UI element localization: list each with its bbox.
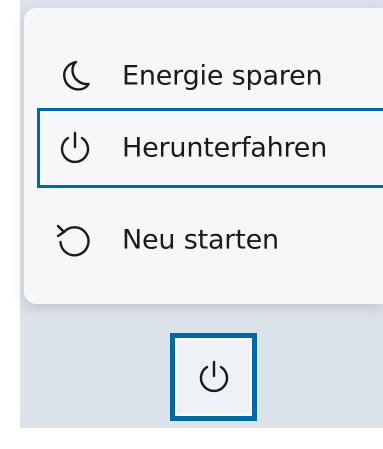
menu-item-shutdown[interactable]: Herunterfahren <box>37 108 383 188</box>
menu-item-sleep[interactable]: Energie sparen <box>24 36 383 116</box>
power-icon <box>55 128 95 168</box>
restart-icon <box>54 220 94 260</box>
menu-item-label: Neu starten <box>122 224 279 256</box>
power-icon <box>199 360 228 393</box>
power-options-menu: Energie sparen Herunterfahren Neu starte… <box>24 8 383 304</box>
moon-icon <box>54 56 94 96</box>
menu-item-label: Energie sparen <box>122 60 323 92</box>
menu-item-restart[interactable]: Neu starten <box>24 200 383 280</box>
menu-item-label: Herunterfahren <box>122 132 328 164</box>
power-button[interactable] <box>170 333 257 421</box>
